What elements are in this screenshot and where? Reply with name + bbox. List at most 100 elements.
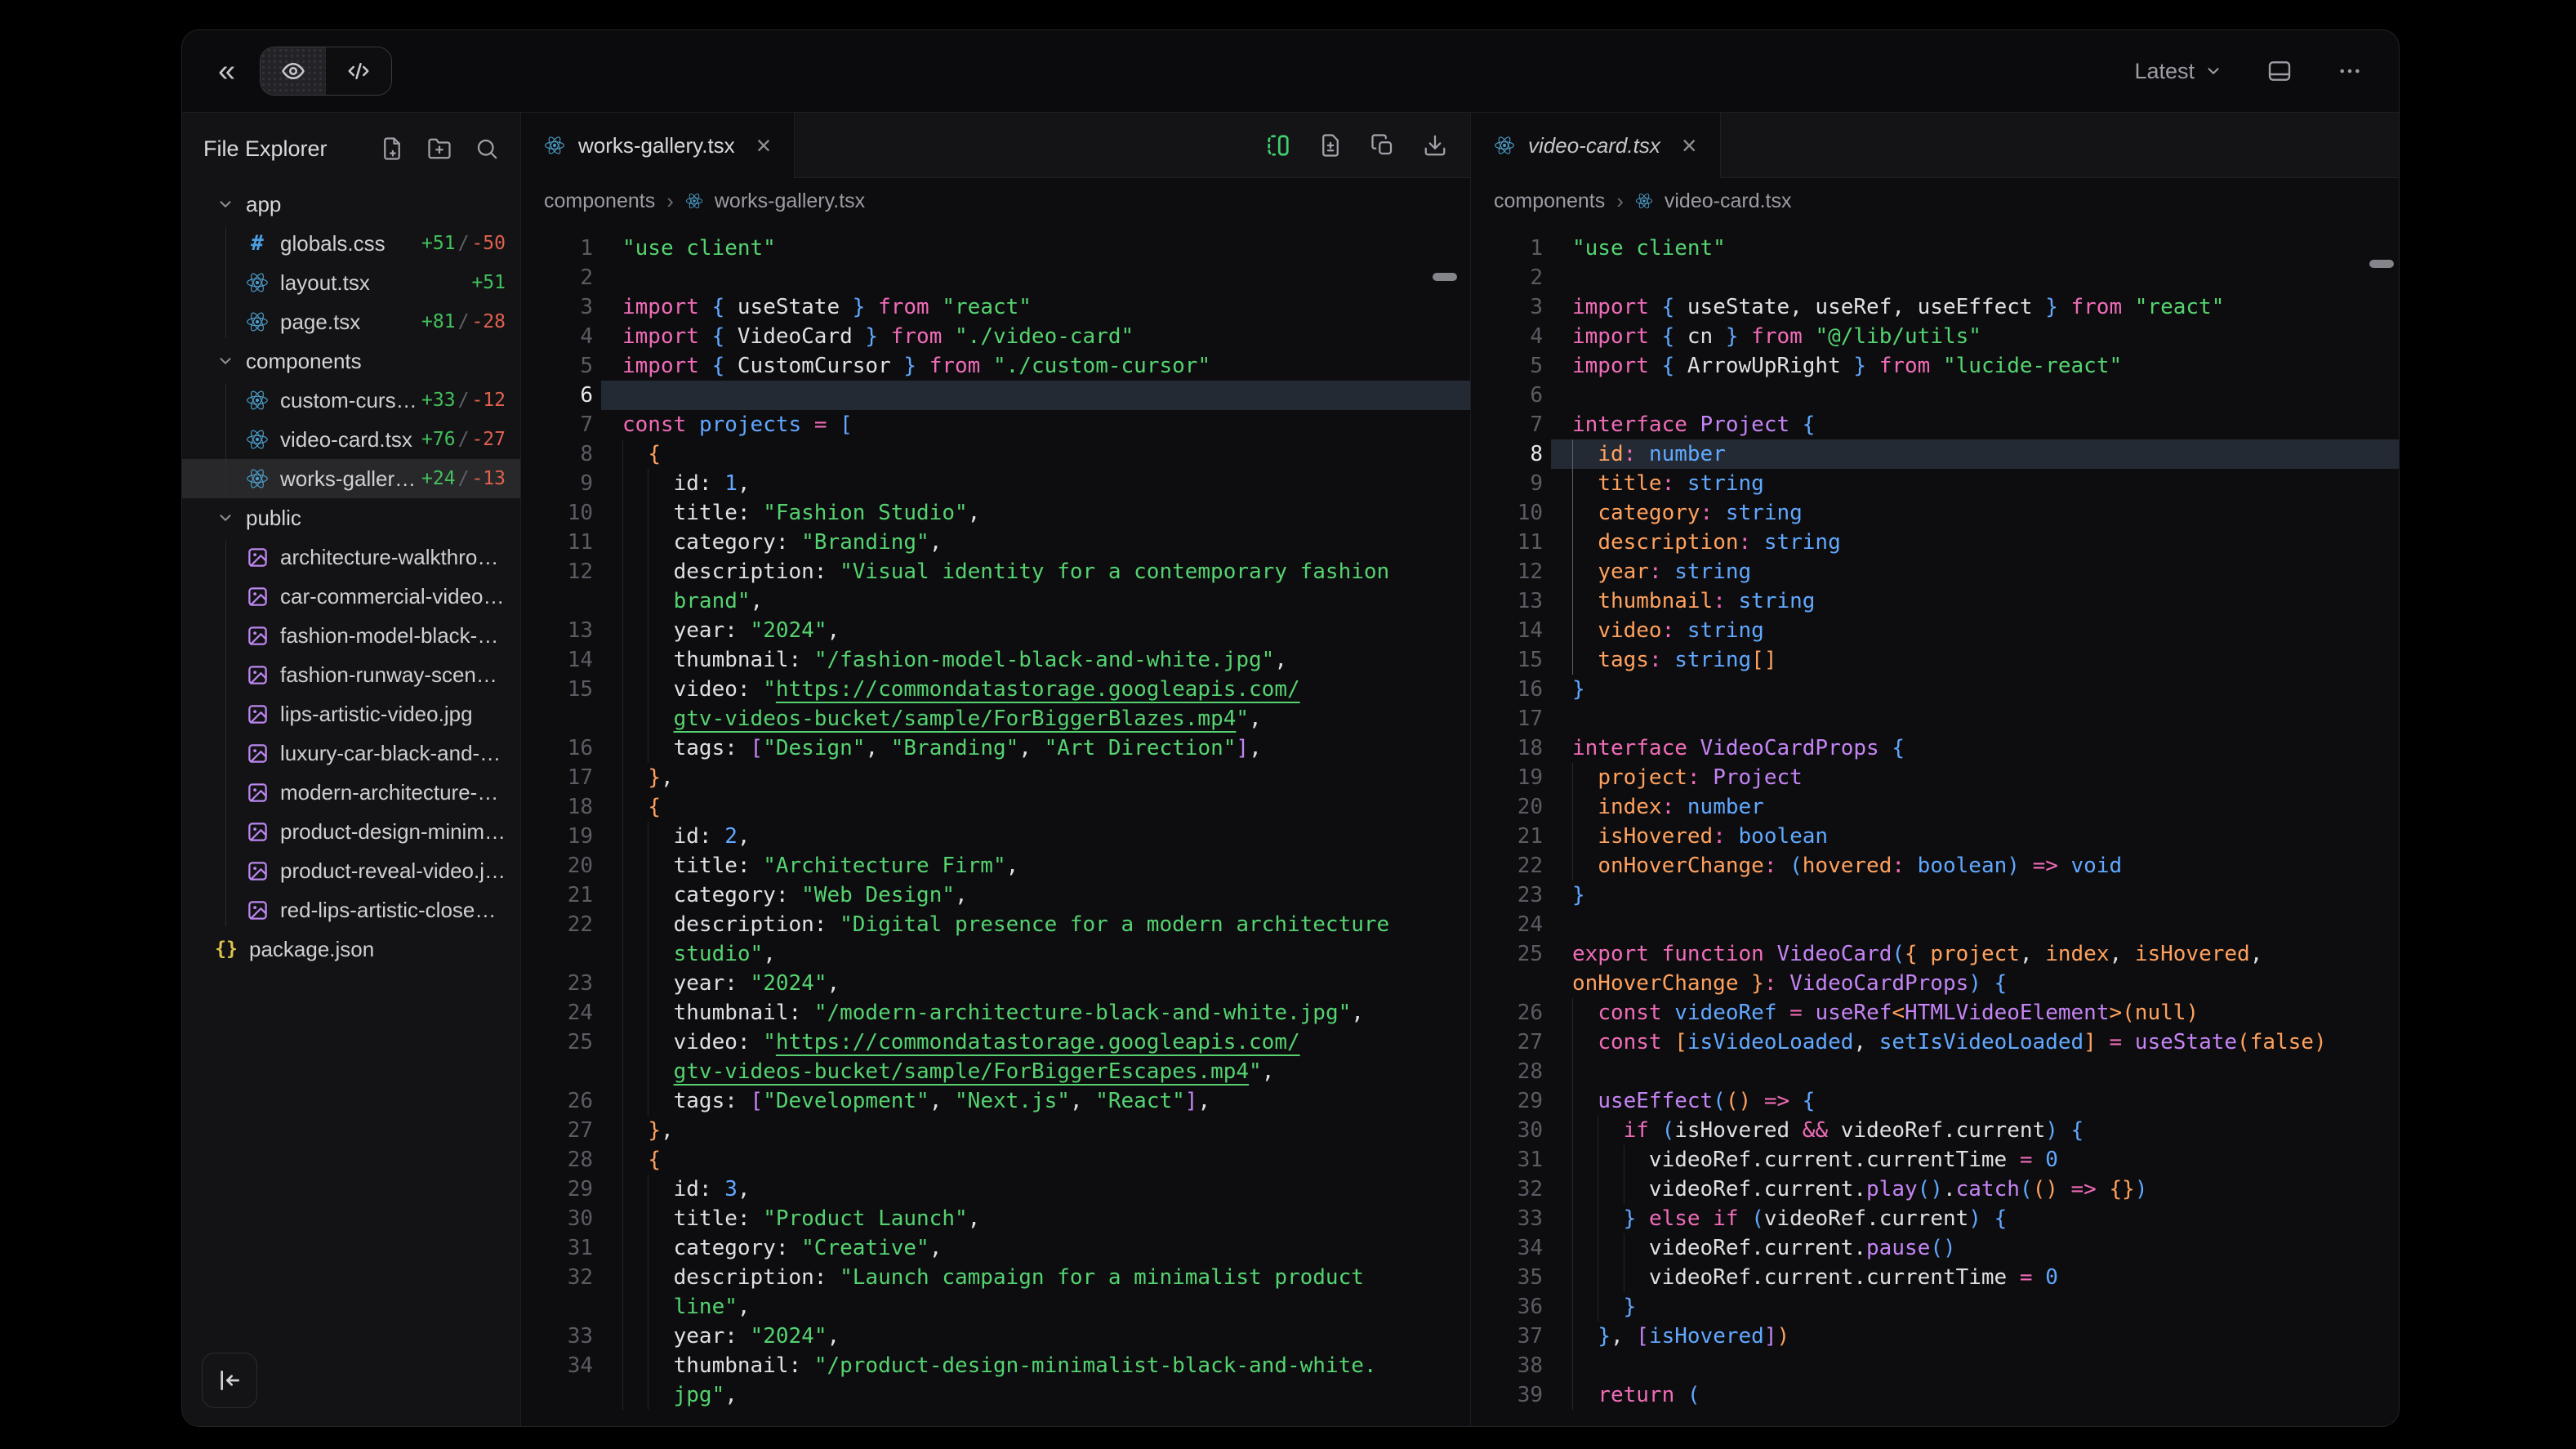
- code-text: videoRef.current.pause(): [1572, 1233, 1956, 1263]
- code-text: export function VideoCard({ project, ind…: [1572, 939, 2262, 969]
- file-label: product-reveal-video.j…: [280, 858, 506, 884]
- code-text: studio",: [622, 939, 776, 969]
- react-icon: [544, 135, 565, 156]
- sidebar-item-globals.css[interactable]: #globals.css+51/-50: [182, 224, 520, 263]
- code-line: 25 video: "https://commondatastorage.goo…: [521, 1028, 1470, 1057]
- bottom-panel-icon[interactable]: [2266, 58, 2293, 84]
- code-text: category: "Branding",: [622, 528, 942, 557]
- code-area[interactable]: 1"use client"23import { useState } from …: [521, 224, 1470, 1426]
- code-text: thumbnail: "/modern-architecture-black-a…: [622, 998, 1364, 1028]
- preview-toggle-button[interactable]: [261, 47, 326, 95]
- line-number: 14: [1471, 616, 1543, 645]
- line-number: 12: [521, 557, 593, 586]
- file-diff-icon[interactable]: [1318, 133, 1343, 158]
- sidebar-folder-components[interactable]: components: [182, 341, 520, 381]
- react-icon: [246, 428, 269, 451]
- file-label: package.json: [249, 937, 374, 962]
- code-text: category: "Web Design",: [622, 881, 968, 910]
- sidebar-folder-app[interactable]: app: [182, 185, 520, 224]
- breadcrumb-folder[interactable]: components: [1494, 189, 1605, 213]
- new-file-icon[interactable]: [380, 136, 404, 161]
- sidebar-item-custom-curs-[interactable]: custom-curs…+33/-12: [182, 381, 520, 420]
- sidebar-item-product-reveal-video.j-[interactable]: product-reveal-video.j…: [182, 851, 520, 890]
- sidebar-item-fashion-runway-scen-[interactable]: fashion-runway-scen…: [182, 655, 520, 694]
- sidebar-item-product-design-minim-[interactable]: product-design-minim…: [182, 812, 520, 851]
- code-line: jpg",: [521, 1380, 1470, 1410]
- code-text: id: 1,: [622, 469, 751, 498]
- image-icon: [246, 546, 269, 568]
- split-diff-icon[interactable]: [1266, 133, 1290, 158]
- close-icon[interactable]: ×: [756, 132, 772, 158]
- collapse-panel-button[interactable]: «: [218, 56, 235, 87]
- breadcrumb-file[interactable]: works-gallery.tsx: [715, 189, 865, 213]
- breadcrumb-file[interactable]: video-card.tsx: [1665, 189, 1792, 213]
- code-line: 12 year: string: [1471, 557, 2399, 586]
- line-number: 34: [1471, 1233, 1543, 1263]
- sidebar-item-fashion-model-black-[interactable]: fashion-model-black-…: [182, 616, 520, 655]
- file-label: fashion-runway-scen…: [280, 662, 497, 688]
- code-line: 8 id: number: [1471, 439, 2399, 469]
- copy-icon[interactable]: [1370, 133, 1395, 158]
- line-number: 11: [1471, 528, 1543, 557]
- code-text: import { useState, useRef, useEffect } f…: [1572, 292, 2224, 322]
- sidebar-item-luxury-car-black-and-[interactable]: luxury-car-black-and-…: [182, 733, 520, 773]
- sidebar-item-red-lips-artistic-close-[interactable]: red-lips-artistic-close…: [182, 890, 520, 930]
- code-line: 38: [1471, 1351, 2399, 1380]
- code-line: 2: [521, 263, 1470, 292]
- line-number: 22: [521, 910, 593, 939]
- download-icon[interactable]: [1423, 133, 1447, 158]
- line-number: 22: [1471, 851, 1543, 881]
- code-text: category: "Creative",: [622, 1233, 942, 1263]
- code-text: tags: ["Development", "Next.js", "React"…: [622, 1086, 1210, 1116]
- line-number: 21: [1471, 822, 1543, 851]
- code-line: 17 },: [521, 763, 1470, 792]
- line-number: 17: [521, 763, 593, 792]
- sidebar-item-layout.tsx[interactable]: layout.tsx+51: [182, 263, 520, 302]
- code-text: id: 2,: [622, 822, 751, 851]
- file-label: page.tsx: [280, 310, 360, 335]
- code-text: video: "https://commondatastorage.google…: [622, 1028, 1300, 1057]
- line-number: 7: [521, 410, 593, 439]
- ellipsis-icon[interactable]: [2337, 58, 2363, 84]
- code-toggle-button[interactable]: [326, 47, 391, 95]
- code-text: thumbnail: "/fashion-model-black-and-whi…: [622, 645, 1287, 675]
- tab-works-gallery[interactable]: works-gallery.tsx ×: [521, 113, 795, 178]
- sidebar-item-page.tsx[interactable]: page.tsx+81/-28: [182, 302, 520, 341]
- code-text: year: "2024",: [622, 616, 840, 645]
- line-number: 29: [521, 1175, 593, 1204]
- version-dropdown[interactable]: Latest: [2134, 59, 2222, 84]
- code-text: import { CustomCursor } from "./custom-c…: [622, 351, 1210, 381]
- code-text: description: "Launch campaign for a mini…: [622, 1263, 1364, 1292]
- sidebar-item-video-card.tsx[interactable]: video-card.tsx+76/-27: [182, 420, 520, 459]
- tab-video-card[interactable]: video-card.tsx ×: [1471, 113, 1721, 178]
- sidebar-item-package.json[interactable]: {}package.json: [182, 930, 520, 969]
- sidebar-item-lips-artistic-video.jpg[interactable]: lips-artistic-video.jpg: [182, 694, 520, 733]
- code-line: 14 thumbnail: "/fashion-model-black-and-…: [521, 645, 1470, 675]
- code-text: id: number: [1572, 439, 1726, 469]
- code-text: title: "Product Launch",: [622, 1204, 980, 1233]
- code-text: description: string: [1572, 528, 1841, 557]
- sidebar-item-architecture-walkthro-[interactable]: architecture-walkthro…: [182, 537, 520, 577]
- code-line: 4import { cn } from "@/lib/utils": [1471, 322, 2399, 351]
- sidebar-folder-public[interactable]: public: [182, 498, 520, 537]
- sidebar-item-modern-architecture-[interactable]: modern-architecture-…: [182, 773, 520, 812]
- code-line: 5import { CustomCursor } from "./custom-…: [521, 351, 1470, 381]
- code-line: 21 isHovered: boolean: [1471, 822, 2399, 851]
- collapse-sidebar-button[interactable]: [202, 1353, 257, 1408]
- line-number: 16: [1471, 675, 1543, 704]
- sidebar-item-car-commercial-video-[interactable]: car-commercial-video…: [182, 577, 520, 616]
- line-number: 30: [1471, 1116, 1543, 1145]
- new-folder-icon[interactable]: [427, 136, 452, 161]
- close-icon[interactable]: ×: [1682, 132, 1697, 158]
- code-line: 10 title: "Fashion Studio",: [521, 498, 1470, 528]
- line-number: 34: [521, 1351, 593, 1380]
- code-text: },: [622, 1116, 674, 1145]
- code-area[interactable]: 1"use client"23import { useState, useRef…: [1471, 224, 2399, 1426]
- sidebar-item-works-galler-[interactable]: works-galler…+24/-13: [182, 459, 520, 498]
- breadcrumb-folder[interactable]: components: [544, 189, 655, 213]
- code-text: }, [isHovered]): [1572, 1322, 1789, 1351]
- line-number: 18: [521, 792, 593, 822]
- line-number: 33: [521, 1322, 593, 1351]
- line-number: 19: [1471, 763, 1543, 792]
- search-icon[interactable]: [475, 136, 499, 161]
